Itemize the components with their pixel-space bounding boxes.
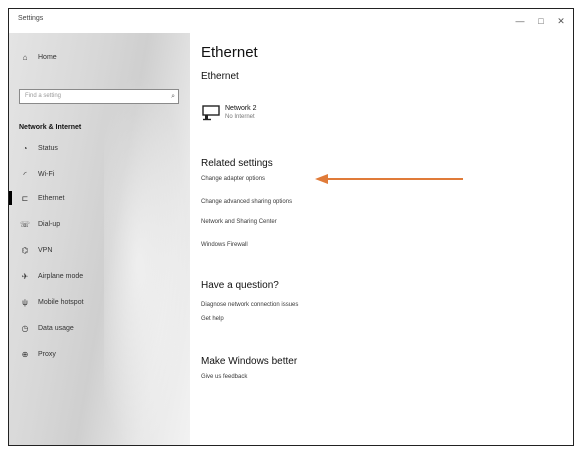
page-subtitle: Ethernet (201, 71, 239, 82)
maximize-button[interactable]: □ (530, 13, 552, 29)
sidebar-item-label: Mobile hotspot (38, 298, 84, 306)
annotation-arrow (315, 174, 463, 184)
sidebar-section-title: Network & Internet (19, 124, 82, 131)
sidebar-item-status[interactable]: ◔ Status (19, 139, 190, 157)
home-icon: ⌂ (22, 52, 28, 62)
change-advanced-sharing-link[interactable]: Change advanced sharing options (201, 199, 292, 205)
main-content: Ethernet Ethernet Network 2 No Internet … (190, 33, 573, 445)
title-bar: Settings — □ ✕ (9, 9, 573, 33)
search-icon: ⌕ (171, 93, 175, 100)
question-heading: Have a question? (201, 280, 279, 291)
sidebar-item-ethernet[interactable]: ⊏ Ethernet (19, 189, 190, 207)
page-title: Ethernet (201, 44, 258, 61)
settings-window: Settings — □ ✕ ⌂ Home Find a setting ⌕ N… (8, 8, 574, 446)
active-indicator (9, 191, 12, 205)
airplane-icon: ✈ (21, 271, 29, 281)
status-icon: ◔ (22, 143, 28, 153)
wifi-icon: ◜ (23, 169, 27, 179)
windows-firewall-link[interactable]: Windows Firewall (201, 242, 248, 248)
sidebar-item-mobile-hotspot[interactable]: ψ Mobile hotspot (19, 293, 190, 311)
diagnose-link[interactable]: Diagnose network connection issues (201, 302, 298, 308)
sidebar-item-label: Proxy (38, 350, 56, 358)
feedback-heading: Make Windows better (201, 356, 298, 367)
sidebar: ⌂ Home Find a setting ⌕ Network & Intern… (9, 33, 190, 445)
get-help-link[interactable]: Get help (201, 316, 224, 322)
network-computer-icon (202, 105, 220, 121)
change-adapter-options-link[interactable]: Change adapter options (201, 176, 265, 182)
sidebar-item-label: Wi-Fi (38, 170, 55, 178)
dialup-icon: ☏ (19, 219, 30, 229)
sidebar-item-label: VPN (38, 246, 53, 254)
network-status: No Internet (225, 114, 255, 120)
sidebar-item-label: Home (38, 53, 57, 61)
ethernet-icon: ⊏ (21, 193, 29, 203)
sidebar-item-airplane-mode[interactable]: ✈ Airplane mode (19, 267, 190, 285)
network-name[interactable]: Network 2 (225, 105, 257, 112)
sidebar-item-label: Dial-up (38, 220, 61, 228)
sidebar-item-dialup[interactable]: ☏ Dial-up (19, 215, 190, 233)
hotspot-icon: ψ (22, 297, 28, 307)
related-settings-heading: Related settings (201, 158, 273, 169)
window-title: Settings (18, 15, 44, 22)
sidebar-item-data-usage[interactable]: ◷ Data usage (19, 319, 190, 337)
globe-icon: ⊕ (21, 349, 29, 359)
search-placeholder: Find a setting (25, 93, 62, 99)
data-usage-icon: ◷ (21, 323, 29, 333)
sidebar-item-wifi[interactable]: ◜ Wi-Fi (19, 165, 190, 183)
give-feedback-link[interactable]: Give us feedback (201, 374, 247, 380)
search-input[interactable]: Find a setting ⌕ (19, 89, 179, 104)
sidebar-item-home[interactable]: ⌂ Home (19, 48, 190, 66)
sidebar-item-proxy[interactable]: ⊕ Proxy (19, 345, 190, 363)
vpn-icon: ⌬ (21, 245, 29, 255)
sidebar-item-label: Status (38, 144, 58, 152)
sidebar-item-vpn[interactable]: ⌬ VPN (19, 241, 190, 259)
sidebar-item-label: Data usage (38, 324, 74, 332)
minimize-button[interactable]: — (509, 13, 531, 29)
network-sharing-center-link[interactable]: Network and Sharing Center (201, 219, 277, 225)
close-button[interactable]: ✕ (550, 13, 572, 29)
sidebar-item-label: Ethernet (38, 194, 65, 202)
sidebar-item-label: Airplane mode (38, 272, 84, 280)
